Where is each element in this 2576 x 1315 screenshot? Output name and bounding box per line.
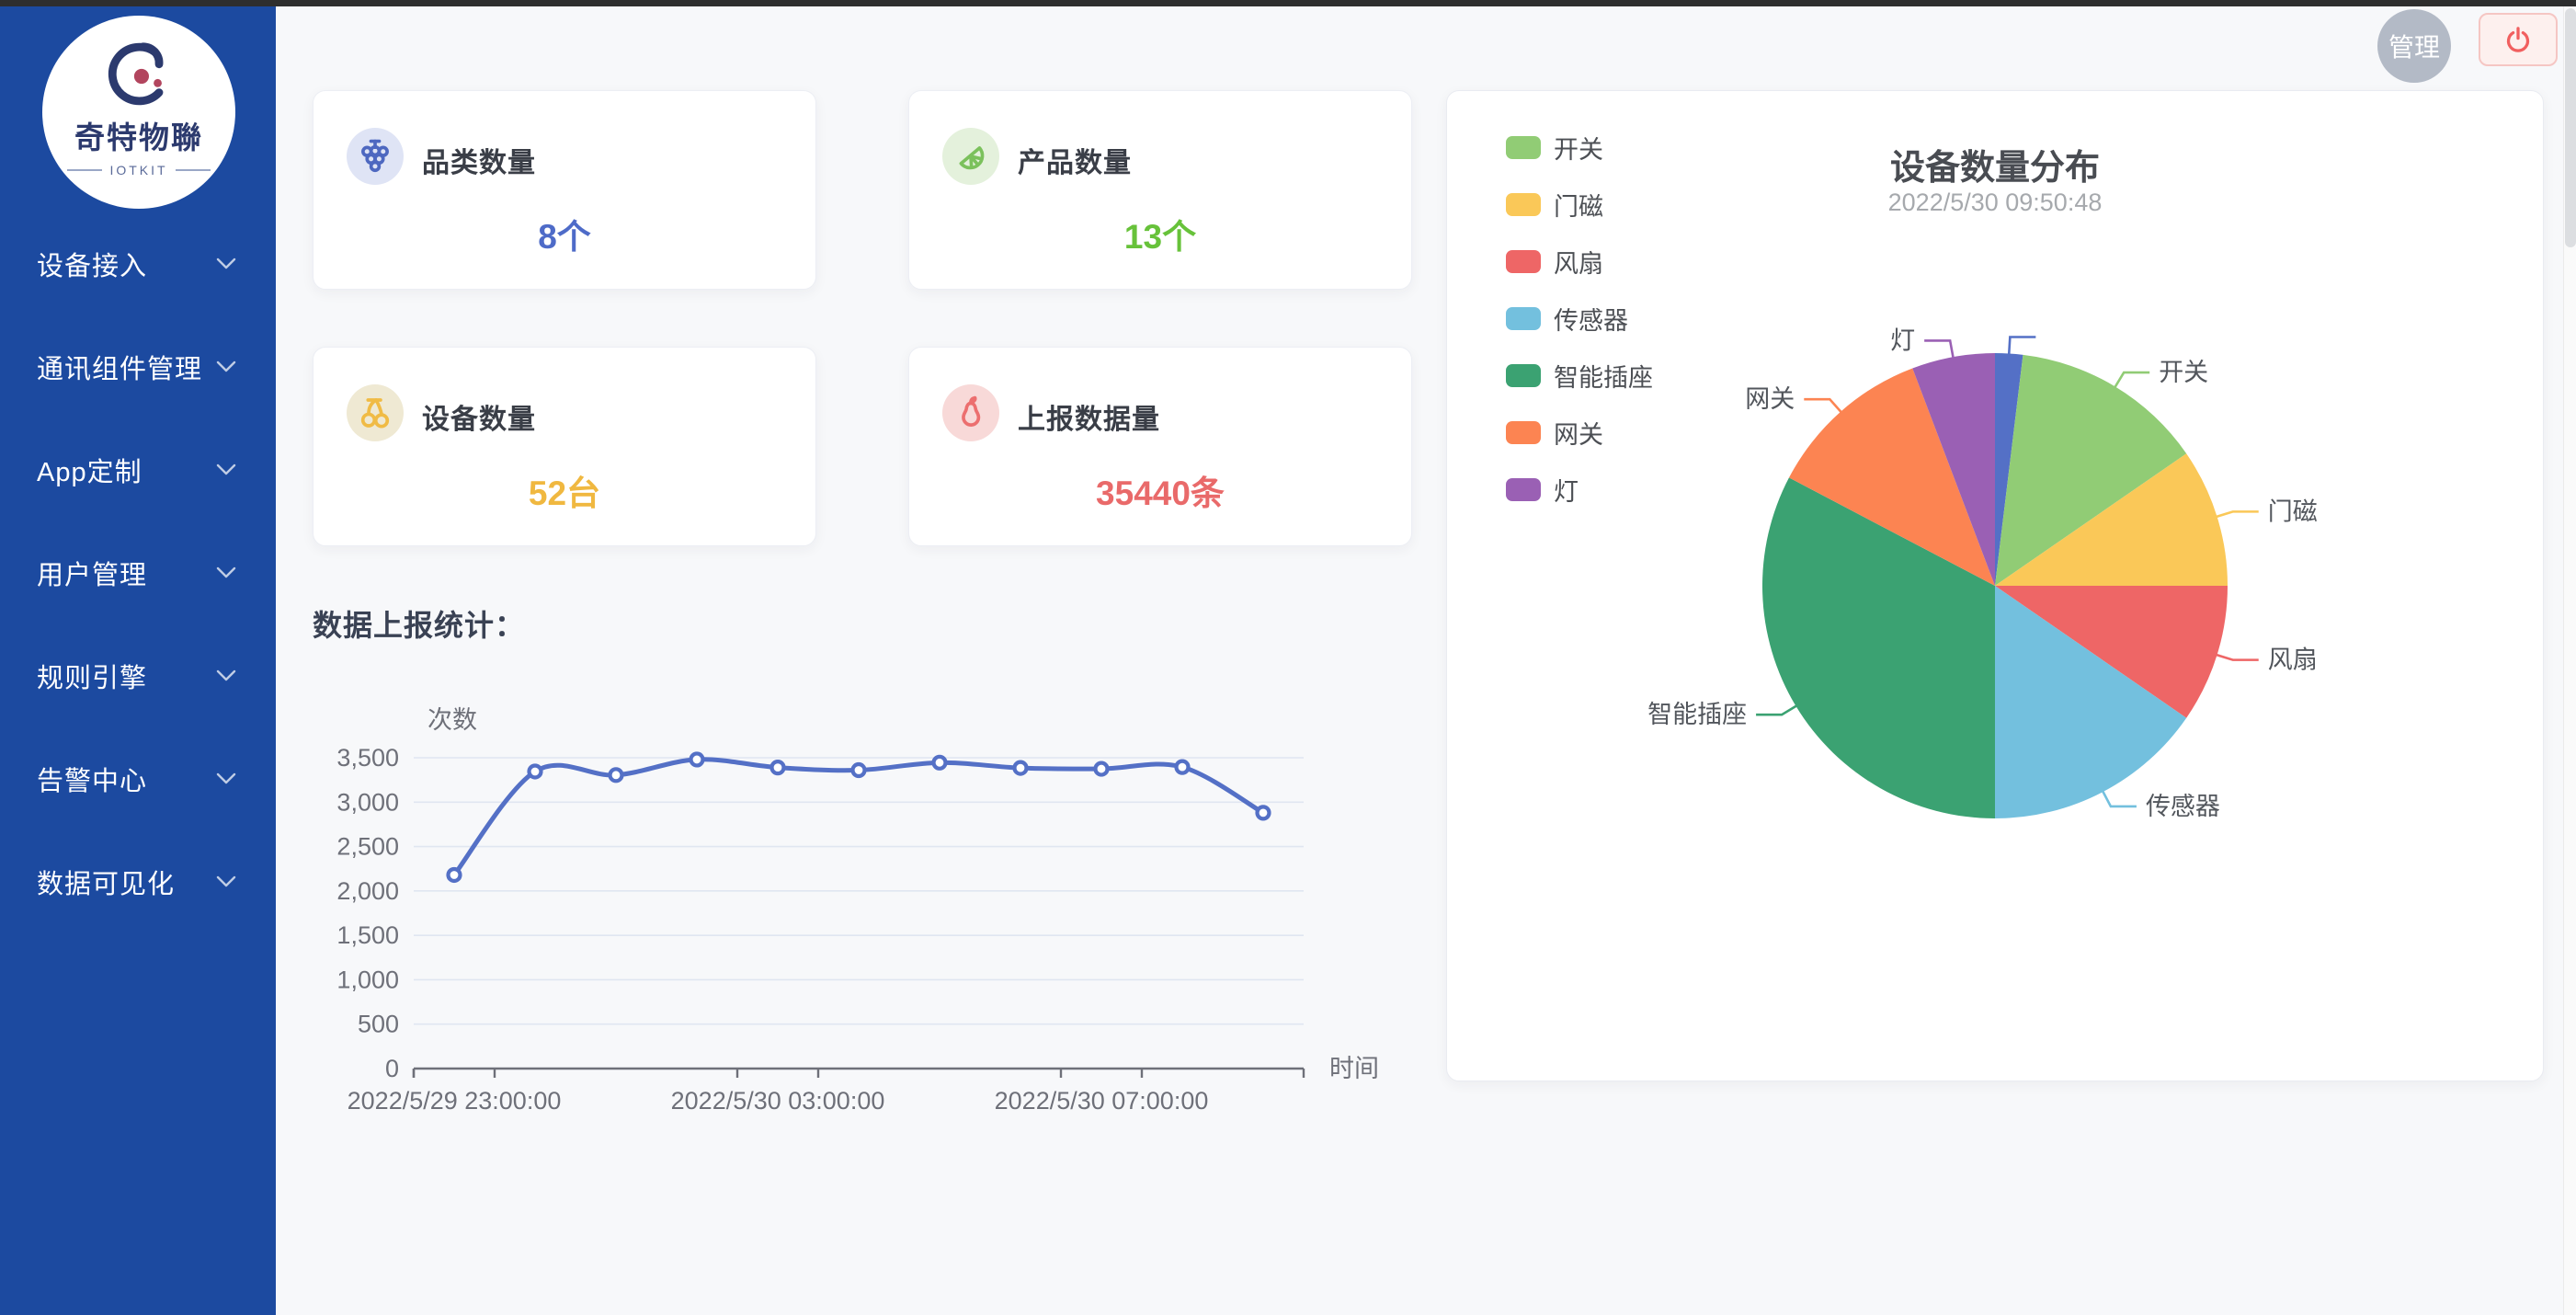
svg-text:时间: 时间 [1329, 1055, 1379, 1082]
chevron-down-icon [215, 566, 237, 580]
logout-button[interactable] [2479, 13, 2558, 66]
sidebar-item-5[interactable]: 告警中心 [0, 727, 276, 830]
legend-item-传感器[interactable]: 传感器 [1506, 301, 1653, 337]
svg-text:次数: 次数 [427, 706, 477, 734]
chevron-down-icon [215, 463, 237, 477]
chevron-down-icon [215, 669, 237, 683]
stat-card: 品类数量 8个 [313, 90, 816, 290]
svg-text:500: 500 [358, 1011, 399, 1038]
legend-item-门磁[interactable]: 门磁 [1506, 187, 1653, 223]
stat-card-value: 52台 [313, 465, 815, 515]
svg-text:智能插座: 智能插座 [1647, 701, 1747, 728]
sidebar-item-label: App定制 [37, 451, 215, 489]
sidebar-item-4[interactable]: 规则引擎 [0, 624, 276, 727]
page-scrollbar[interactable] [2563, 6, 2576, 1315]
stat-card-label: 品类数量 [422, 140, 536, 180]
svg-text:2022/5/30 07:00:00: 2022/5/30 07:00:00 [995, 1087, 1209, 1115]
logo-subtitle: IOTKIT [109, 163, 167, 177]
stat-card-value: 13个 [909, 209, 1411, 258]
chevron-down-icon [215, 772, 237, 786]
stat-card-label: 产品数量 [1018, 140, 1132, 180]
svg-text:1,000: 1,000 [336, 966, 399, 993]
legend-item-开关[interactable]: 开关 [1506, 130, 1653, 166]
sidebar-item-label: 数据可见化 [37, 863, 215, 901]
window-top-strip [0, 0, 2576, 6]
svg-text:网关: 网关 [1745, 385, 1795, 413]
stat-card-label: 设备数量 [422, 396, 536, 437]
sidebar-item-0[interactable]: 设备接入 [0, 212, 276, 315]
sidebar-item-label: 规则引擎 [37, 657, 215, 695]
sidebar-item-1[interactable]: 通讯组件管理 [0, 315, 276, 418]
svg-text:2,500: 2,500 [336, 833, 399, 861]
chevron-down-icon [215, 360, 237, 374]
report-line-chart: 0 500 1,000 1,500 2,000 2,500 3,000 3,500 2022/5… [313, 680, 1416, 1131]
device-distribution-card: 设备数量分布 2022/5/30 09:50:48 开关门磁风扇传感器智能插座网… [1446, 90, 2544, 1081]
legend-item-智能插座[interactable]: 智能插座 [1506, 358, 1653, 394]
logo-rule-left [67, 169, 102, 171]
svg-text:3,500: 3,500 [336, 744, 399, 772]
stat-card-value: 8个 [313, 209, 815, 258]
logo-rule-right [176, 169, 211, 171]
svg-text:风扇: 风扇 [2268, 646, 2318, 674]
legend-label: 风扇 [1554, 244, 1603, 280]
legend-label: 灯 [1554, 472, 1579, 508]
sidebar-item-6[interactable]: 数据可见化 [0, 830, 276, 933]
chevron-down-icon [215, 875, 237, 889]
pie-legend: 开关 门磁 风扇 传感器 智能插座 网关 灯 [1506, 130, 1653, 508]
legend-label: 网关 [1554, 415, 1603, 451]
sidebar: 奇特物聯 IOTKIT 设备接入 通讯组件管理 App定制 用户管理 [0, 6, 276, 1315]
legend-label: 传感器 [1554, 301, 1628, 337]
legend-swatch [1506, 478, 1541, 501]
legend-swatch [1506, 193, 1541, 216]
legend-item-灯[interactable]: 灯 [1506, 472, 1653, 508]
chevron-down-icon [215, 257, 237, 271]
sidebar-item-label: 设备接入 [37, 245, 215, 283]
stat-card: 产品数量 13个 [908, 90, 1412, 290]
svg-text:2022/5/30 03:00:00: 2022/5/30 03:00:00 [671, 1087, 885, 1115]
legend-label: 门磁 [1554, 187, 1603, 223]
sidebar-item-label: 通讯组件管理 [37, 348, 215, 386]
logo-subtitle-row: IOTKIT [67, 163, 210, 177]
legend-swatch [1506, 421, 1541, 444]
iotkit-logo-icon [97, 36, 181, 117]
stat-card: 上报数据量 35440条 [908, 347, 1412, 546]
svg-text:1,500: 1,500 [336, 921, 399, 949]
logo-title: 奇特物聯 [74, 113, 203, 157]
svg-text:2,000: 2,000 [336, 877, 399, 905]
svg-text:开关: 开关 [2159, 359, 2208, 386]
legend-item-网关[interactable]: 网关 [1506, 415, 1653, 451]
svg-text:2022/5/29 23:00:00: 2022/5/29 23:00:00 [348, 1087, 562, 1115]
legend-swatch [1506, 307, 1541, 330]
legend-swatch [1506, 136, 1541, 159]
legend-label: 智能插座 [1554, 358, 1653, 394]
cherry-icon [347, 384, 404, 441]
stat-card: 设备数量 52台 [313, 347, 816, 546]
svg-text:灯: 灯 [1890, 326, 1915, 354]
stat-card-label: 上报数据量 [1018, 396, 1160, 437]
power-icon [2502, 24, 2534, 55]
lemon-icon [942, 128, 999, 185]
grapes-icon [347, 128, 404, 185]
sidebar-item-3[interactable]: 用户管理 [0, 521, 276, 624]
line-section-title: 数据上报统计： [313, 602, 525, 645]
sidebar-menu: 设备接入 通讯组件管理 App定制 用户管理 规则引擎 告警中心 [0, 212, 276, 933]
sidebar-item-label: 用户管理 [37, 554, 215, 592]
app-logo: 奇特物聯 IOTKIT [42, 16, 235, 209]
stat-card-value: 35440条 [909, 465, 1411, 515]
pear-icon [942, 384, 999, 441]
sidebar-item-2[interactable]: App定制 [0, 418, 276, 521]
user-avatar[interactable]: 管理 [2377, 9, 2451, 83]
dashboard-page: 奇特物聯 IOTKIT 设备接入 通讯组件管理 App定制 用户管理 [0, 0, 2576, 1315]
svg-text:0: 0 [385, 1055, 399, 1082]
svg-text:传感器: 传感器 [2146, 793, 2220, 820]
legend-item-风扇[interactable]: 风扇 [1506, 244, 1653, 280]
legend-swatch [1506, 364, 1541, 387]
sidebar-item-label: 告警中心 [37, 760, 215, 798]
scrollbar-thumb[interactable] [2565, 8, 2576, 247]
legend-label: 开关 [1554, 130, 1603, 166]
svg-text:门磁: 门磁 [2268, 497, 2318, 525]
svg-text:3,000: 3,000 [336, 788, 399, 816]
legend-swatch [1506, 250, 1541, 273]
